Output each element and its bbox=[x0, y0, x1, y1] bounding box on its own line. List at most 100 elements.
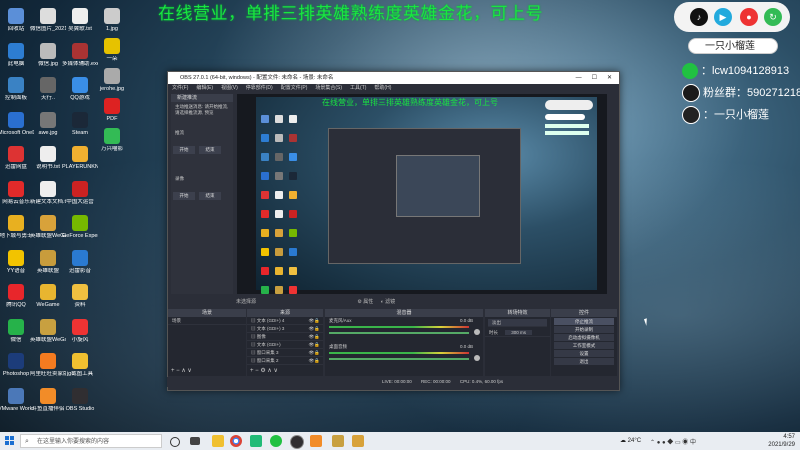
desktop-icon[interactable]: 多媒体辅助.exe bbox=[62, 42, 98, 67]
desktop-icon[interactable]: Steam bbox=[62, 111, 98, 136]
desktop-icon[interactable]: 微信图片_2021090... bbox=[30, 8, 66, 32]
source-item[interactable]: ▤ 文本 (GDI+) 3 👁🔒 bbox=[247, 325, 323, 333]
clock[interactable]: 4:57 2021/9/29 bbox=[768, 433, 795, 449]
control-button[interactable]: 设置 bbox=[554, 350, 614, 357]
desktop-icon[interactable]: 迅雷网盘 bbox=[0, 146, 34, 170]
desktop-icon[interactable]: 吴翼歌.txt bbox=[62, 8, 98, 32]
control-button[interactable]: 停止推流 bbox=[554, 318, 614, 325]
douyu-icon[interactable] bbox=[310, 435, 322, 447]
menu-item[interactable]: 停靠部件(D) bbox=[246, 85, 273, 91]
desktop-icon[interactable]: awe.jpg bbox=[30, 111, 66, 136]
menu-item[interactable]: 视图(V) bbox=[221, 85, 238, 91]
desktop-icon[interactable]: jerohe.jpg bbox=[94, 68, 130, 92]
desktop-icon[interactable]: 1.jpg bbox=[94, 8, 130, 32]
control-button[interactable]: 启动虚拟摄像机 bbox=[554, 334, 614, 341]
desktop-icon[interactable]: 英雄联盟 bbox=[30, 249, 66, 274]
desktop-icon[interactable]: 资料 bbox=[62, 284, 98, 308]
properties-button[interactable]: ⚙ 属性 bbox=[357, 299, 373, 305]
control-button[interactable]: 退出 bbox=[554, 358, 614, 365]
menu-item[interactable]: 编辑(E) bbox=[196, 85, 213, 91]
visibility-icon[interactable]: 👁🔒 bbox=[309, 333, 320, 340]
scene-item[interactable]: 场景 bbox=[168, 317, 246, 325]
desktop-icon[interactable]: 微信.jpg bbox=[30, 42, 66, 67]
search-input[interactable]: ⌕ 在这里输入你要搜索的内容 bbox=[20, 434, 162, 448]
gear-icon[interactable] bbox=[474, 355, 480, 361]
maximize-icon[interactable]: ☐ bbox=[592, 75, 597, 81]
visibility-icon[interactable]: 👁🔒 bbox=[309, 357, 320, 364]
visibility-icon[interactable]: 👁🔒 bbox=[309, 325, 320, 332]
filters-button[interactable]: ◐ 滤镜 bbox=[381, 299, 395, 305]
desktop-icon[interactable]: Photoshop bbox=[0, 353, 34, 377]
gear-icon[interactable] bbox=[474, 329, 480, 335]
desktop-icon[interactable]: 控制面板 bbox=[0, 77, 34, 101]
desktop-icon[interactable]: QQ游戏 bbox=[62, 77, 98, 101]
obs-titlebar[interactable]: OBS 27.0.1 (64-bit, windows) - 配置文件: 未命名… bbox=[168, 72, 619, 84]
source-item[interactable]: ▤ 窗口采集 3 👁🔒 bbox=[247, 349, 323, 357]
desktop-icon[interactable]: 网易云音乐 bbox=[0, 180, 34, 205]
minimize-icon[interactable]: — bbox=[576, 75, 582, 81]
wechat-icon[interactable] bbox=[270, 435, 282, 447]
desktop-icon[interactable]: WeGame bbox=[30, 284, 66, 308]
desktop-icon[interactable]: 此电脑 bbox=[0, 42, 34, 67]
visibility-icon[interactable]: 👁🔒 bbox=[309, 349, 320, 356]
desktop-icon[interactable]: 天行.. bbox=[30, 77, 66, 101]
desktop-icon[interactable]: GeForce Experience bbox=[62, 215, 98, 239]
menu-item[interactable]: 工具(T) bbox=[350, 85, 366, 91]
desktop-icon[interactable]: 斗鱼直播伴侣 bbox=[30, 387, 66, 412]
wegame-icon[interactable] bbox=[352, 435, 364, 447]
scene-controls[interactable]: + − ∧ ∨ bbox=[171, 367, 192, 374]
desktop-icon[interactable]: jg截图工具 bbox=[62, 353, 98, 377]
task-view-icon[interactable] bbox=[190, 437, 200, 445]
stream-stop-button[interactable]: 结束 bbox=[199, 146, 221, 154]
desktop-icon[interactable]: 一朵 bbox=[94, 38, 130, 62]
desktop-icon[interactable]: 回收站 bbox=[0, 8, 34, 32]
desktop-icon[interactable]: VMware Workstation bbox=[0, 387, 34, 412]
chrome-icon[interactable] bbox=[230, 435, 242, 447]
stream-start-button[interactable]: 开始 bbox=[173, 146, 195, 154]
visibility-icon[interactable]: 👁🔒 bbox=[309, 341, 320, 348]
desktop-icon[interactable]: 小旋风 bbox=[62, 318, 98, 343]
obs-icon[interactable] bbox=[290, 435, 304, 449]
start-button[interactable] bbox=[5, 436, 15, 446]
record-stop-button[interactable]: 结束 bbox=[199, 192, 221, 200]
transition-select[interactable]: 淡出 bbox=[488, 319, 547, 327]
source-item[interactable]: ▤ 窗口采集 2 👁🔒 bbox=[247, 357, 323, 365]
desktop-icon[interactable]: 英雄联盟WeGame版 bbox=[30, 318, 66, 343]
menu-item[interactable]: 帮助(H) bbox=[374, 85, 391, 91]
visibility-icon[interactable]: 👁🔒 bbox=[309, 317, 320, 324]
desktop-icon[interactable]: 地下城与勇士 bbox=[0, 215, 34, 239]
desktop-icon[interactable]: OBS Studio bbox=[62, 387, 98, 412]
app-icon[interactable] bbox=[250, 435, 262, 447]
record-start-button[interactable]: 开始 bbox=[173, 192, 195, 200]
source-item[interactable]: ▤ 文本 (GDI+) 4 👁🔒 bbox=[247, 317, 323, 325]
tray-icons[interactable]: ⌃ ● ● ◆ ▭ ◉ 中 bbox=[650, 437, 696, 446]
desktop-icon[interactable]: 微信 bbox=[0, 318, 34, 343]
cortana-icon[interactable] bbox=[170, 437, 180, 447]
control-button[interactable]: 工作室模式 bbox=[554, 342, 614, 349]
volume-slider[interactable] bbox=[329, 332, 469, 334]
menu-item[interactable]: 配置文件(P) bbox=[281, 85, 308, 91]
source-item[interactable]: ▤ 图像 👁🔒 bbox=[247, 333, 323, 341]
control-button[interactable]: 开始录制 bbox=[554, 326, 614, 333]
desktop-icon[interactable]: Microsoft OneDrive bbox=[0, 111, 34, 136]
desktop-icon[interactable]: 万兴喵影 bbox=[94, 128, 130, 152]
desktop-icon[interactable]: 迅雷影音 bbox=[62, 249, 98, 274]
desktop-icon[interactable]: YY语音 bbox=[0, 249, 34, 274]
weather[interactable]: ☁ 24°C bbox=[620, 437, 641, 444]
menu-item[interactable]: 文件(F) bbox=[172, 85, 188, 91]
source-controls[interactable]: + − ⚙ ∧ ∨ bbox=[250, 367, 278, 374]
desktop-icon[interactable]: PDF bbox=[94, 98, 130, 122]
volume-slider[interactable] bbox=[329, 358, 469, 360]
menu-item[interactable]: 场景集合(S) bbox=[315, 85, 342, 91]
desktop-icon[interactable]: 腾讯QQ bbox=[0, 284, 34, 308]
desktop-icon[interactable]: 阿里旺旺卖家版 bbox=[30, 353, 66, 377]
source-item[interactable]: ▤ 文本 (GDI+) 👁🔒 bbox=[247, 341, 323, 349]
desktop-icon[interactable]: 英雄联盟WeGame版 bbox=[30, 215, 66, 239]
desktop-icon[interactable]: 新建文本文档.txt bbox=[30, 180, 66, 205]
file-explorer-icon[interactable] bbox=[212, 435, 224, 447]
duration-input[interactable]: 300 ms bbox=[505, 330, 533, 335]
desktop-icon[interactable]: 中国大运营 bbox=[62, 180, 98, 205]
desktop-icon[interactable]: 说明书.txt bbox=[30, 146, 66, 170]
league-icon[interactable] bbox=[332, 435, 344, 447]
close-icon[interactable]: ✕ bbox=[607, 75, 612, 81]
